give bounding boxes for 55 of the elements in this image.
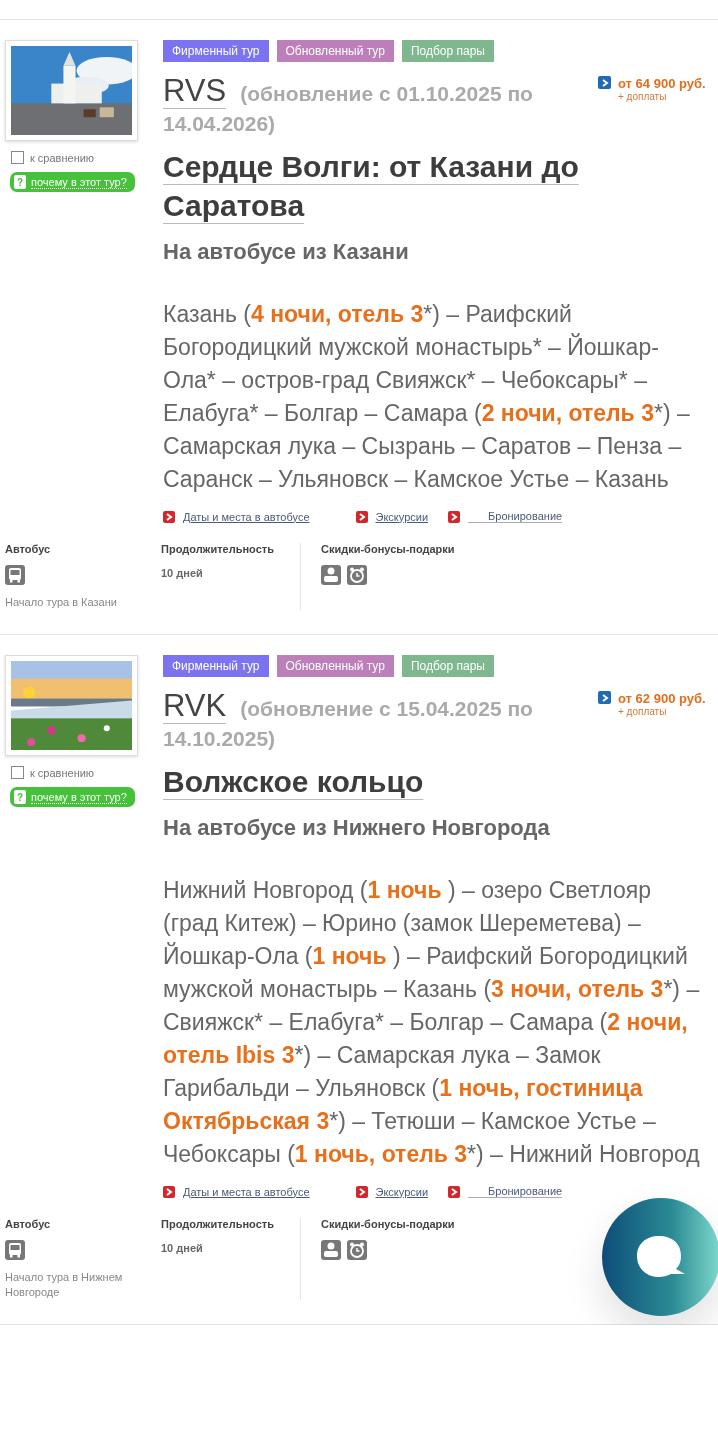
transport-label: Автобус [5,543,51,555]
tour-heading: RVS (обновление с 01.10.2025 по 14.04.2026) [163,76,534,137]
help-icon: ? [14,175,26,189]
tour-link[interactable]: Даты и места в автобусе [183,1185,310,1198]
price-extra: + доплаты [618,91,668,102]
arrow-icon [598,691,611,704]
tour-tag: Обновленный тур [276,40,394,62]
tour-subtitle: На автобусе из Нижнего Новгорода [163,815,551,841]
compare-label: к сравнению [30,151,95,164]
tour-tag: Фирменный тур [163,655,269,677]
alarm-clock-icon [347,1240,367,1260]
compare-checkbox[interactable] [11,766,24,779]
arrow-icon [448,1185,461,1198]
tour-title[interactable]: Сердце Волги: от Казани до Саратова [163,147,591,225]
alarm-clock-icon [347,565,367,585]
person-icon [321,565,341,585]
duration-label: Продолжительность [161,543,275,555]
bonus-label: Скидки-бонусы-подарки [321,1218,455,1230]
duration-label: Продолжительность [161,1218,275,1230]
compare-label: к сравнению [30,766,95,779]
route-description: Нижний Новгород (1 ночь ) – озеро Светлояр (град Китеж) – Юрино (замок Шереметева) – Йошкар-Ола (1 ночь ) – Раифский Богородицкий мужской монастырь – Казань (3 ночи, отель 3*) – Свияжск* – Елабуга* – Болгар – Самара (2 ночи, отель Ibis 3*) – Самарская лука – Замок Гарибальди – Ульяновск (1 ночь, гостиница Октябрьская 3*) – Тетюши – Камское Устье – Чебоксары (1 ночь, отель 3*) – Нижний Новгород [163,876,701,1169]
bus-icon [5,1240,25,1260]
bonus-label: Скидки-бонусы-подарки [321,543,455,555]
duration-value: 10 дней [161,1242,204,1254]
tour-link[interactable]: Бронирование [468,510,563,523]
arrow-icon [355,1185,368,1198]
compare-checkbox[interactable] [11,151,24,164]
tour-tag: Подбор пары [401,655,494,677]
tour-heading: RVK (обновление с 15.04.2025 по 14.10.2025) [163,691,534,752]
bus-icon [5,565,25,585]
arrow-icon [355,510,368,523]
person-icon [321,1240,341,1260]
speech-bubble-icon [635,1234,687,1280]
duration-value: 10 дней [161,567,204,579]
price-extra: + доплаты [618,706,668,717]
tour-tag: Обновленный тур [276,655,394,677]
tour-price: от 64 900 руб. [618,76,706,91]
tour-price: от 62 900 руб. [618,691,706,706]
route-description: Казань (4 ночи, отель 3*) – Раифский Богородицкий мужской монастырь* – Йошкар-Ола* – остров-град Свияжск* – Чебоксары* – Елабуга* – Болгар – Самара (2 ночи, отель 3*) – Самарская лука – Сызрань – Саратов – Пенза – Саранск – Ульяновск – Камское Устье – Казань [163,300,691,494]
tour-start: Начало тура в Нижнем Новгороде [5,1270,124,1300]
transport-label: Автобус [5,1218,51,1230]
tour-link[interactable]: Даты и места в автобусе [183,510,310,523]
tour-tag: Подбор пары [401,40,494,62]
arrow-icon [163,1185,175,1198]
tour-link[interactable]: Бронирование [468,1185,563,1198]
arrow-icon [598,76,611,89]
help-icon: ? [14,790,26,804]
tour-title[interactable]: Волжское кольцо [163,762,591,801]
tour-start: Начало тура в Казани [5,595,118,610]
tour-tag: Фирменный тур [163,40,269,62]
arrow-icon [448,510,461,523]
tour-link[interactable]: Экскурсии [375,1185,429,1198]
tour-subtitle: На автобусе из Казани [163,239,410,265]
arrow-icon [163,510,175,523]
tour-link[interactable]: Экскурсии [375,510,429,523]
